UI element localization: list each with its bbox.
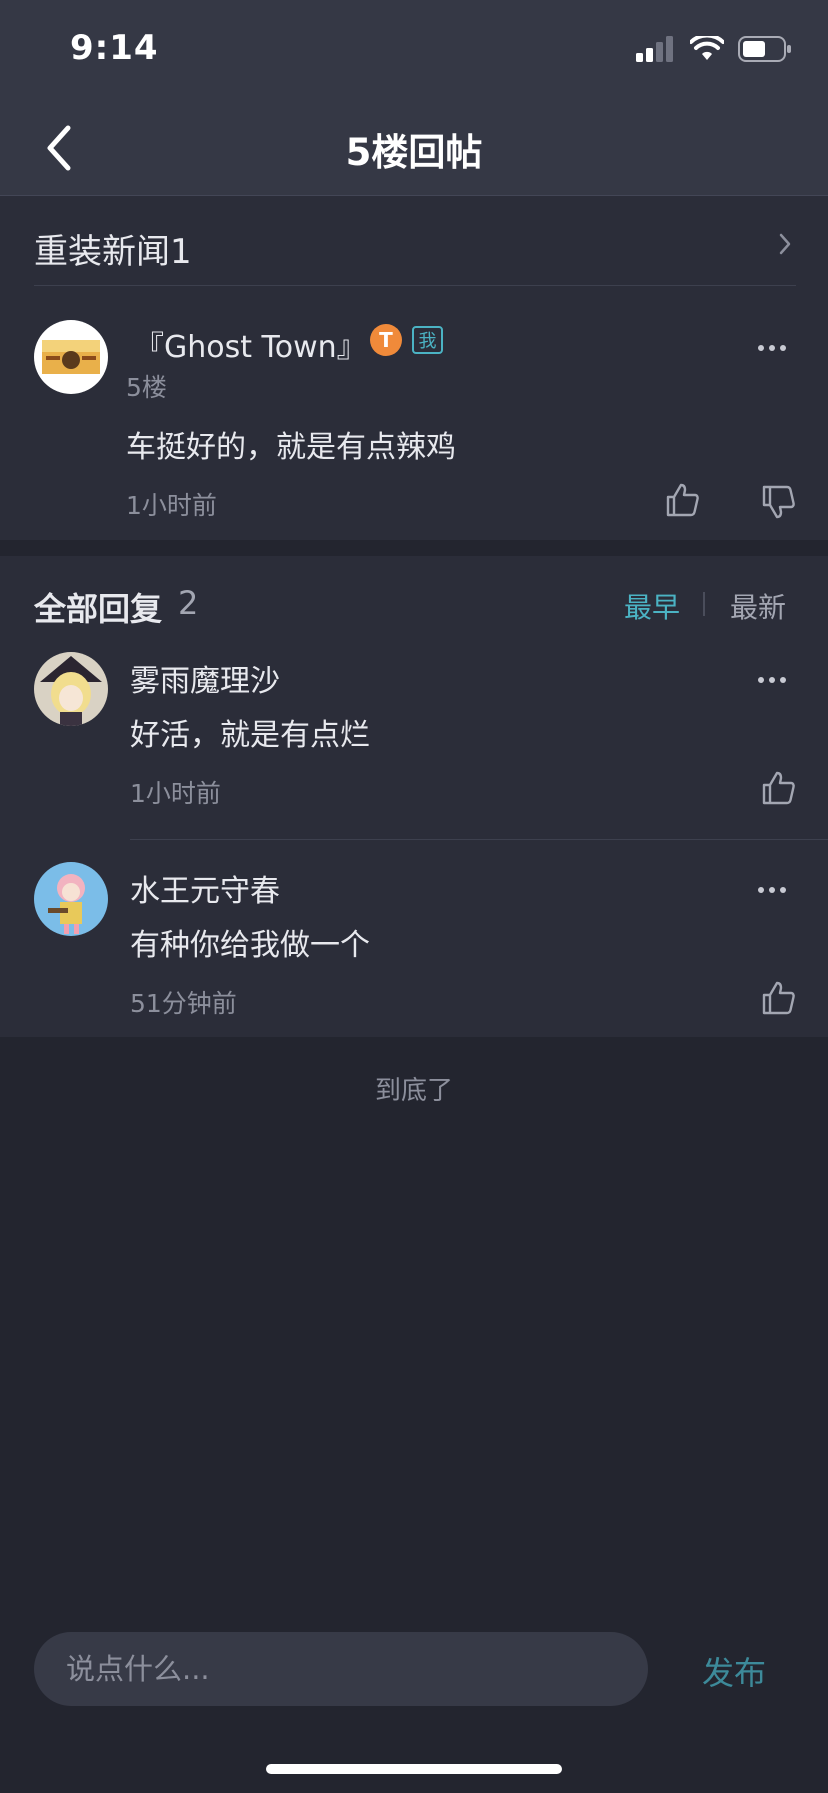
reply-avatar[interactable] [34,862,108,936]
thumbs-up-icon[interactable] [760,770,796,806]
reply-text: 好活，就是有点烂 [130,718,370,753]
reply-more-button[interactable] [758,668,792,683]
floor-label: 5楼 [126,373,167,402]
home-indicator [266,1764,562,1774]
thumbs-up-icon[interactable] [664,482,700,518]
reply-time: 51分钟前 [130,989,237,1018]
post-author-avatar[interactable] [34,320,108,394]
post-content: 车挺好的，就是有点辣鸡 [126,430,456,465]
level-badge: T [370,324,402,356]
post-time: 1小时前 [126,491,217,520]
reply-divider [130,839,828,840]
thumbs-up-icon[interactable] [760,980,796,1016]
status-icons [636,36,792,62]
reply-text: 有种你给我做一个 [130,928,370,963]
reply-author-name[interactable]: 水王元守春 [130,866,280,910]
signal-icon [636,36,673,62]
status-time: 9:14 [70,28,159,68]
sort-latest-tab[interactable]: 最新 [730,586,786,626]
reply-author-name[interactable]: 雾雨魔理沙 [130,656,280,700]
comment-input[interactable] [34,1632,648,1706]
reply-more-button[interactable] [758,878,792,893]
replies-count: 2 [178,584,199,622]
sort-divider [703,592,705,616]
battery-icon [738,36,791,62]
end-of-list-label: 到底了 [374,1076,453,1106]
post-more-button[interactable] [758,336,792,351]
post-author-name[interactable]: 『Ghost Town』 [134,322,367,366]
replies-heading: 全部回复 [34,590,163,628]
publish-button[interactable]: 发布 [702,1648,766,1694]
reply-time: 1小时前 [130,779,221,808]
thumbs-down-icon[interactable] [760,484,796,520]
reply-avatar[interactable] [34,652,108,726]
sort-earliest-tab[interactable]: 最早 [624,586,680,626]
thread-title: 重装新闻1 [34,232,192,272]
chevron-right-icon [779,233,791,255]
thread-link-row[interactable]: 重装新闻1 [34,218,796,286]
me-badge: 我 [412,326,443,354]
wifi-icon [690,36,724,60]
page-title: 5楼回帖 [345,131,483,174]
